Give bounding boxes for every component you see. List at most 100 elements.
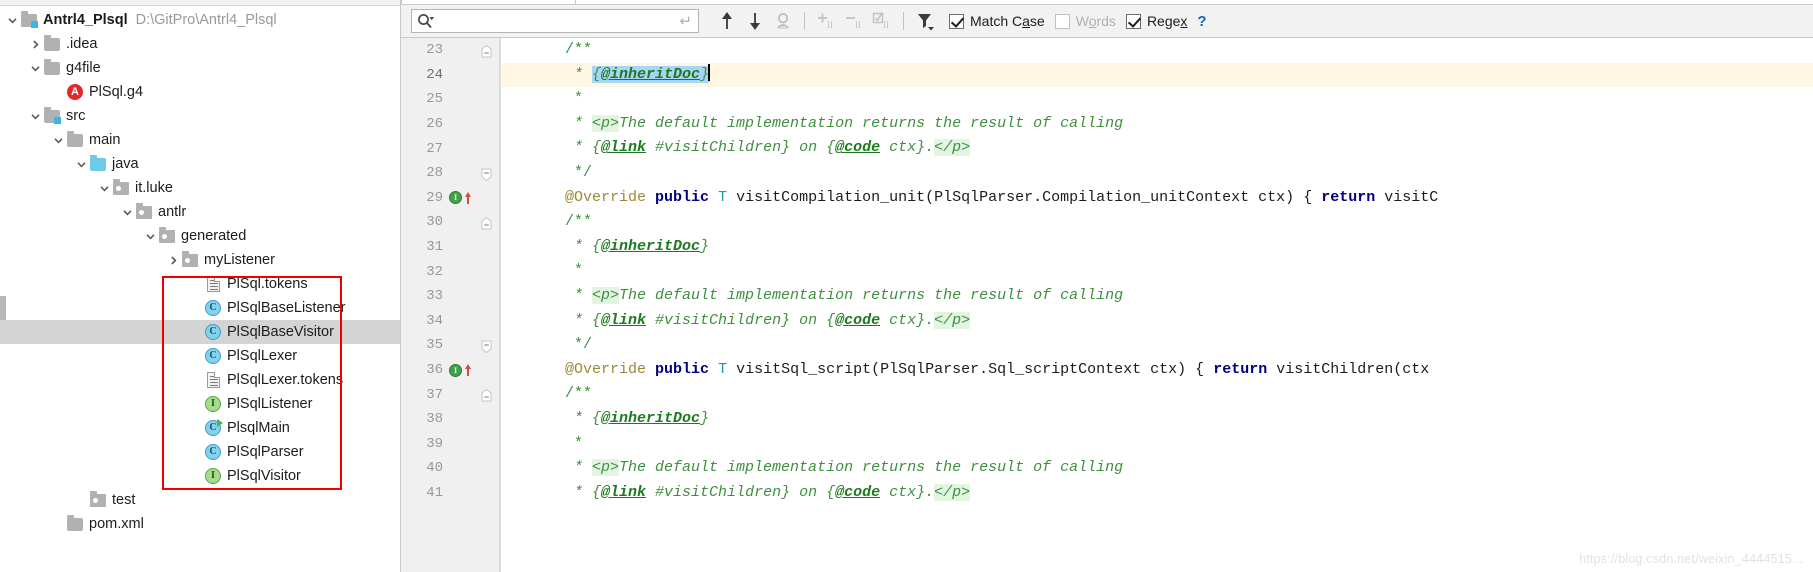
gutter-line-38[interactable]: 38 [401,407,500,432]
find-toolbar[interactable]: ↵ ab II II II Match Case Words Regex ? [401,5,1813,38]
chevron-down-icon[interactable] [4,12,20,28]
chevron-right-icon[interactable] [165,252,181,268]
tree-item-src[interactable]: src [0,104,400,128]
code-line-33[interactable]: * <p>The default implementation returns … [501,284,1813,309]
gutter-line-37[interactable]: 37 [401,382,500,407]
find-next-button[interactable] [741,8,769,34]
regex-checkbox-box[interactable] [1125,13,1141,29]
search-input[interactable] [436,11,680,31]
tree-item-plsql-tokens[interactable]: PlSql.tokens [0,272,400,296]
tree-item-plsql-g4[interactable]: A PlSql.g4 [0,80,400,104]
tree-item-g4file[interactable]: g4file [0,56,400,80]
fold-end-icon[interactable] [481,388,492,402]
code-line-35[interactable]: */ [501,333,1813,358]
gutter-line-39[interactable]: 39 [401,432,500,457]
fold-end-icon[interactable] [481,44,492,58]
tree-item-plsqlvisitor[interactable]: I PlSqlVisitor [0,464,400,488]
editor-tab-active[interactable] [401,0,576,4]
gutter-line-32[interactable]: 32 [401,259,500,284]
tree-item-plsqlbasevisitor[interactable]: C PlSqlBaseVisitor [0,320,400,344]
regex-checkbox[interactable]: Regex [1125,13,1187,29]
override-method-icon[interactable]: I [449,363,462,377]
tree-item-mylistener[interactable]: myListener [0,248,400,272]
code-line-26[interactable]: * <p>The default implementation returns … [501,112,1813,137]
gutter-line-40[interactable]: 40 [401,456,500,481]
tree-item-antrl4-plsql[interactable]: Antrl4_Plsql D:\GitPro\Antrl4_Plsql [0,8,400,32]
code-line-39[interactable]: * [501,432,1813,457]
tree-item-plsqlparser[interactable]: C PlSqlParser [0,440,400,464]
gutter-line-34[interactable]: 34 [401,309,500,334]
gutter-line-25[interactable]: 25 [401,87,500,112]
gutter-line-23[interactable]: 23 [401,38,500,63]
code-line-28[interactable]: */ [501,161,1813,186]
code-line-37[interactable]: /** [501,382,1813,407]
chevron-down-icon[interactable] [50,132,66,148]
fold-end-icon[interactable] [481,216,492,230]
editor-tab-strip[interactable] [401,0,1813,5]
chevron-right-icon[interactable] [27,36,43,52]
tree-item-plsqllexer-tokens[interactable]: PlSqlLexer.tokens [0,368,400,392]
tree-item-plsqlmain[interactable]: C PlsqlMain [0,416,400,440]
words-checkbox[interactable]: Words [1054,13,1116,29]
code-line-29[interactable]: @Override public T visitCompilation_unit… [501,186,1813,211]
words-checkbox-box[interactable] [1054,13,1070,29]
code-line-38[interactable]: * {@inheritDoc} [501,407,1813,432]
code-line-30[interactable]: /** [501,210,1813,235]
chevron-down-icon[interactable] [27,108,43,124]
chevron-down-icon[interactable] [27,60,43,76]
search-field-wrapper[interactable]: ↵ [411,9,699,33]
code-line-24[interactable]: * {@inheritDoc} [501,62,1813,88]
code-line-40[interactable]: * <p>The default implementation returns … [501,456,1813,481]
tree-item-java[interactable]: java [0,152,400,176]
code-text-area[interactable]: /** * {@inheritDoc} * * <p>The default i… [501,38,1813,572]
override-arrow-icon[interactable] [463,191,473,205]
find-help-link[interactable]: ? [1197,13,1206,30]
code-line-25[interactable]: * [501,87,1813,112]
match-case-checkbox-box[interactable] [949,13,964,29]
tree-item-antlr[interactable]: antlr [0,200,400,224]
select-all-lines-icon[interactable]: II [868,8,896,34]
tree-item-plsqlbaselistener[interactable]: C PlSqlBaseListener [0,296,400,320]
project-tree[interactable]: Antrl4_Plsql D:\GitPro\Antrl4_Plsql .idea g… [0,6,400,536]
gutter-line-35[interactable]: 35 [401,333,500,358]
code-line-36[interactable]: @Override public T visitSql_script(PlSql… [501,358,1813,383]
code-line-27[interactable]: * {@link #visitChildren} on {@code ctx}.… [501,136,1813,161]
code-line-31[interactable]: * {@inheritDoc} [501,235,1813,260]
fold-start-icon[interactable] [481,168,492,181]
gutter-line-30[interactable]: 30 [401,210,500,235]
find-previous-button[interactable] [713,8,741,34]
chevron-down-icon[interactable] [142,228,158,244]
gutter-line-29[interactable]: 29 I [401,186,500,211]
tree-item-plsqllistener[interactable]: I PlSqlListener [0,392,400,416]
editor-gutter[interactable]: 23 24 25 26 27 28 29 I 30 31 32 33 34 35 36 I 37 38 39 40 41 [401,38,501,572]
gutter-line-33[interactable]: 33 [401,284,500,309]
tree-item-it-luke[interactable]: it.luke [0,176,400,200]
chevron-down-icon[interactable] [73,156,89,172]
gutter-line-27[interactable]: 27 [401,136,500,161]
override-method-icon[interactable]: I [449,191,462,205]
code-editor[interactable]: 23 24 25 26 27 28 29 I 30 31 32 33 34 35 36 I 37 38 39 40 41… [401,38,1813,572]
tree-item--idea[interactable]: .idea [0,32,400,56]
override-arrow-icon[interactable] [463,363,473,377]
gutter-marks[interactable]: I [449,191,473,205]
chevron-down-icon[interactable] [96,180,112,196]
gutter-line-24[interactable]: 24 [401,63,500,88]
gutter-line-31[interactable]: 31 [401,235,500,260]
match-case-checkbox[interactable]: Match Case [949,13,1045,29]
add-selection-icon[interactable]: II [812,8,840,34]
tree-item-pom-xml[interactable]: pom.xml [0,512,400,536]
fold-start-icon[interactable] [481,340,492,354]
gutter-line-41[interactable]: 41 [401,481,500,506]
chevron-down-icon[interactable] [119,204,135,220]
code-line-32[interactable]: * [501,259,1813,284]
project-tree-panel[interactable]: Antrl4_Plsql D:\GitPro\Antrl4_Plsql .idea g… [0,0,401,572]
gutter-line-36[interactable]: 36 I [401,358,500,383]
tree-item-generated[interactable]: generated [0,224,400,248]
remove-selection-icon[interactable]: II [840,8,868,34]
select-all-occurrences-icon[interactable]: ab [769,8,797,34]
tree-item-test[interactable]: test [0,488,400,512]
gutter-line-26[interactable]: 26 [401,112,500,137]
code-line-41[interactable]: * {@link #visitChildren} on {@code ctx}.… [501,481,1813,506]
tree-item-main[interactable]: main [0,128,400,152]
filter-icon[interactable] [911,8,939,34]
